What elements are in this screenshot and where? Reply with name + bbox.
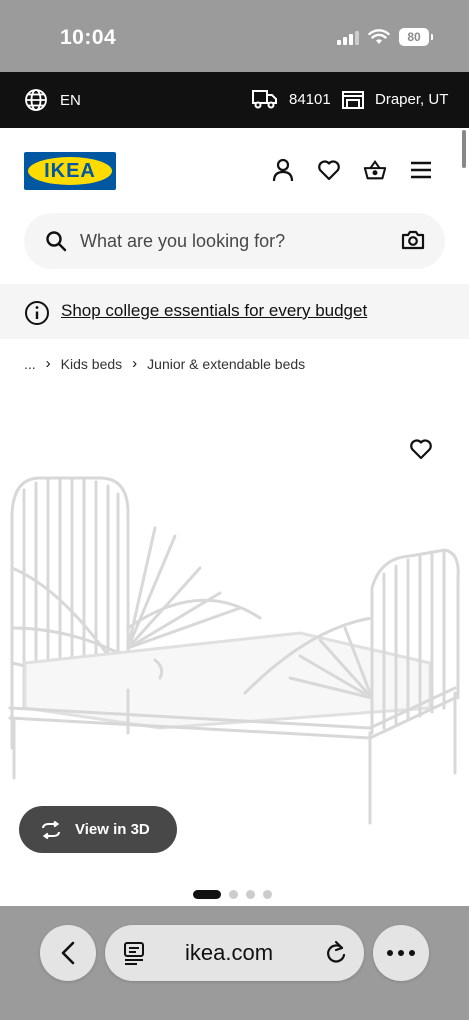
page-content: IKEA What are you looking for? Shop coll… (0, 128, 469, 906)
carousel-dot-2[interactable] (229, 890, 238, 899)
url-text: ikea.com (185, 940, 274, 965)
delivery-zip[interactable]: 84101 (251, 88, 331, 110)
rotate-3d-icon (42, 820, 60, 839)
add-to-wishlist-button[interactable] (409, 438, 433, 465)
status-time: 10:04 (60, 26, 117, 49)
truck-icon (252, 90, 277, 109)
address-bar[interactable]: ikea.com (105, 925, 364, 981)
search-input[interactable] (80, 227, 380, 255)
image-carousel-dots (193, 890, 272, 899)
view-in-3d-button[interactable]: View in 3D (19, 806, 177, 853)
carousel-dot-4[interactable] (263, 890, 272, 899)
chevron-left-icon (61, 941, 75, 965)
more-options-button[interactable] (373, 925, 429, 981)
promo-link[interactable]: Shop college essentials for every budget (61, 301, 367, 321)
header-actions (271, 158, 433, 182)
top-utility-bar: EN 84101 Draper, UT (0, 72, 469, 128)
breadcrumb-junior-beds[interactable]: Junior & extendable beds (147, 356, 305, 372)
view-in-3d-label: View in 3D (75, 821, 150, 838)
wifi-icon (368, 29, 390, 44)
product-image[interactable] (0, 428, 469, 848)
ikea-logo[interactable]: IKEA (24, 152, 116, 190)
cellular-signal-icon (337, 29, 359, 45)
ellipsis-icon (387, 950, 415, 956)
language-label: EN (60, 91, 81, 109)
logo-oval: IKEA (28, 157, 112, 185)
status-icons: 80 (337, 28, 433, 46)
breadcrumb: ... › Kids beds › Junior & extendable be… (24, 355, 305, 372)
menu-icon[interactable] (409, 158, 433, 182)
store-selector[interactable]: Draper, UT (341, 88, 448, 110)
store-icon (342, 91, 364, 109)
status-bar: 10:04 80 (0, 0, 469, 72)
carousel-dot-3[interactable] (246, 890, 255, 899)
heart-icon (410, 439, 432, 460)
chevron-right-icon: › (45, 355, 51, 372)
logo-text: IKEA (44, 159, 96, 182)
globe-icon (25, 89, 47, 111)
store-name: Draper, UT (375, 90, 449, 108)
search-bar[interactable] (24, 213, 445, 269)
info-icon (25, 301, 49, 325)
language-selector[interactable]: EN (24, 88, 81, 112)
back-button[interactable] (40, 925, 96, 981)
breadcrumb-ellipsis[interactable]: ... (24, 356, 36, 372)
chevron-right-icon: › (132, 355, 138, 372)
promo-banner: Shop college essentials for every budget (0, 284, 469, 339)
breadcrumb-kids-beds[interactable]: Kids beds (61, 356, 122, 372)
reader-mode-icon[interactable] (122, 941, 146, 967)
scrollbar[interactable] (462, 130, 466, 168)
reload-icon[interactable] (324, 940, 348, 966)
battery-indicator: 80 (399, 28, 433, 46)
profile-icon[interactable] (271, 158, 295, 182)
camera-search-icon[interactable] (401, 229, 425, 251)
search-icon (46, 231, 67, 252)
heart-icon[interactable] (317, 158, 341, 182)
zip-code: 84101 (289, 90, 331, 108)
basket-icon[interactable] (363, 158, 387, 182)
browser-toolbar: ikea.com (0, 906, 469, 1020)
carousel-dot-1[interactable] (193, 890, 221, 899)
